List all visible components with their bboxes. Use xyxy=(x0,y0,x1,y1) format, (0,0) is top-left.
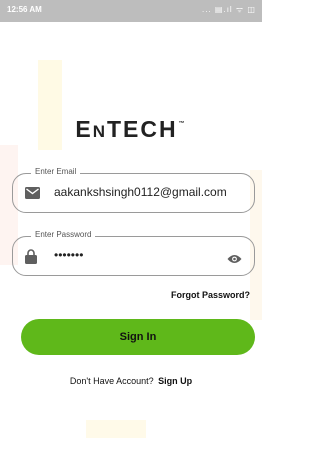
sign-in-button[interactable]: Sign In xyxy=(21,319,255,355)
signup-prompt: Don't Have Account? xyxy=(69,376,154,386)
signup-row: Don't Have Account? Sign Up xyxy=(0,376,262,386)
mail-icon xyxy=(25,186,40,204)
password-value: ••••••• xyxy=(54,248,84,262)
password-field-label: Enter Password xyxy=(31,230,96,239)
lock-icon xyxy=(25,249,37,269)
app-logo: ENTECH™ xyxy=(0,116,262,143)
eye-icon[interactable] xyxy=(227,251,242,269)
sign-up-link[interactable]: Sign Up xyxy=(158,376,192,386)
email-value: aakankshsingh0112@gmail.com xyxy=(54,185,227,199)
background-decoration xyxy=(86,420,146,438)
status-bar: 12:56 AM ... ▤.ıl ᯤ ◫ xyxy=(0,0,262,22)
password-field[interactable]: Enter Password ••••••• xyxy=(12,230,255,276)
email-field[interactable]: Enter Email aakankshsingh0112@gmail.com xyxy=(12,167,255,213)
status-time: 12:56 AM xyxy=(7,5,42,14)
status-icons: ... ▤.ıl ᯤ ◫ xyxy=(202,5,256,14)
logo-letter: TECH xyxy=(107,116,178,142)
trademark-mark: ™ xyxy=(178,121,187,127)
logo-letter: E xyxy=(75,116,93,142)
forgot-password-link[interactable]: Forgot Password? xyxy=(171,290,250,300)
logo-letter: N xyxy=(92,122,107,141)
email-field-label: Enter Email xyxy=(31,167,81,176)
